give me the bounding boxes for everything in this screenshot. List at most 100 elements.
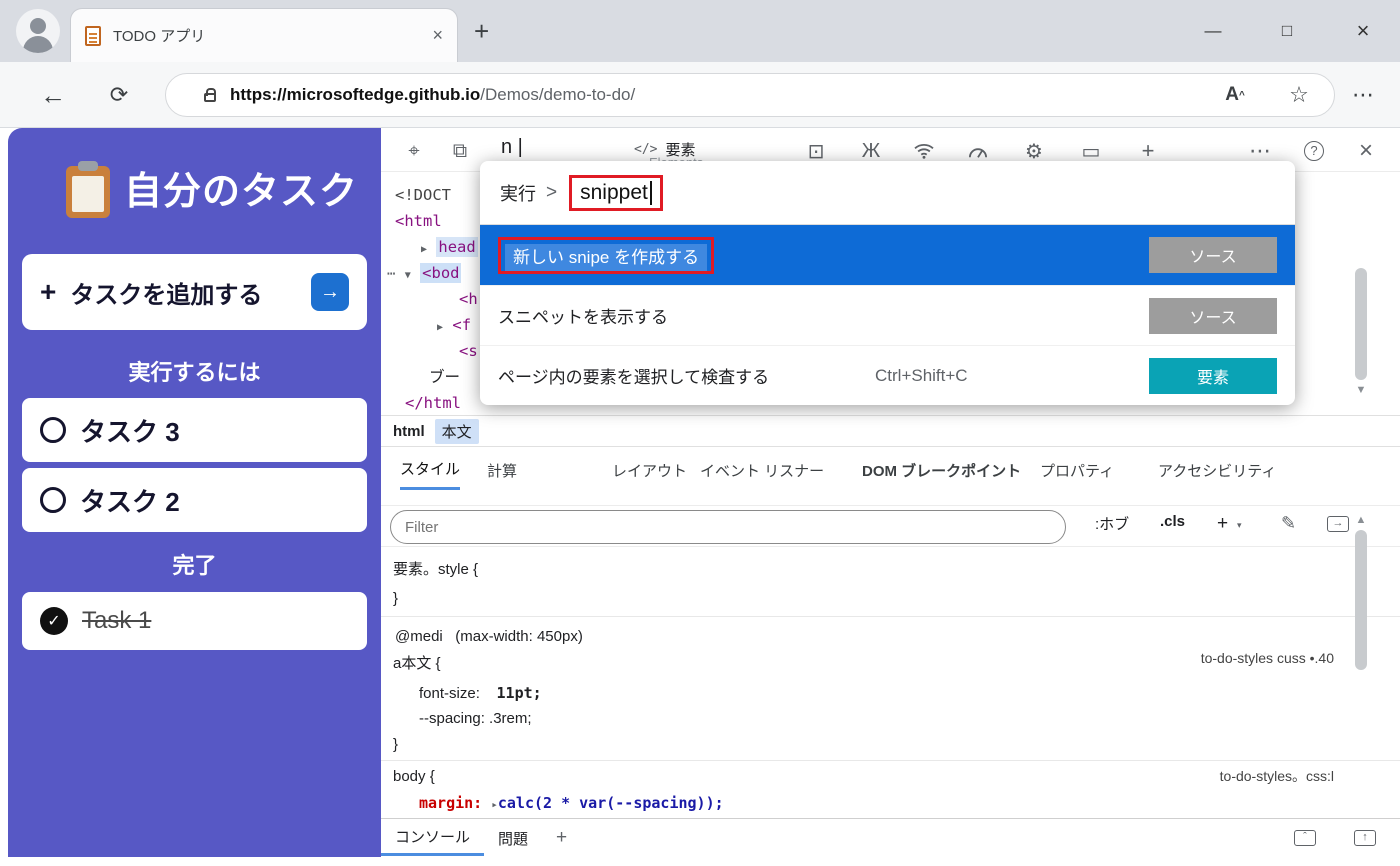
keyboard-shortcut: Ctrl+Shift+C <box>875 366 968 386</box>
task-label: タスク 3 <box>80 412 180 449</box>
brush-icon[interactable]: ✎ <box>1281 513 1296 534</box>
stylesheet-link[interactable]: to-do-styles。css:l <box>1220 766 1334 786</box>
style-rule-selector[interactable]: body { <box>393 768 435 785</box>
back-icon[interactable]: ← <box>36 78 70 112</box>
elements-badge: 要素 <box>1149 358 1277 394</box>
styles-scrollbar-thumb[interactable] <box>1355 530 1367 670</box>
task-item[interactable]: タスク 3 <box>22 398 367 462</box>
minimize-button[interactable]: — <box>1190 14 1236 48</box>
devtools-drawer: コンソール 問題 + ˆ ↑ <box>381 818 1400 857</box>
inspect-element-icon[interactable]: ⌖ <box>399 137 429 165</box>
drawer-expand-icon[interactable]: ˆ <box>1294 830 1316 846</box>
scroll-up-icon[interactable]: ▲ <box>1352 514 1370 526</box>
hov-toggle[interactable]: :ホブ <box>1095 513 1129 534</box>
arrow-right-icon: → <box>320 281 340 304</box>
text-cursor <box>650 181 652 205</box>
command-item-label: スニペットを表示する <box>498 303 668 328</box>
cls-toggle[interactable]: .cls <box>1160 513 1185 530</box>
tab-styles[interactable]: スタイル <box>400 450 460 490</box>
command-input-row[interactable]: 実行 > snippet <box>480 161 1295 225</box>
new-tab-button[interactable]: + <box>474 16 489 47</box>
drawer-more-tabs-icon[interactable]: + <box>542 820 581 856</box>
toolbar-partial-text: n | <box>501 136 523 159</box>
styles-filter-input[interactable] <box>390 510 1066 544</box>
done-section-heading: 完了 <box>8 548 381 580</box>
command-item[interactable]: ページ内の要素を選択して検査する Ctrl+Shift+C 要素 <box>480 345 1295 405</box>
breadcrumb-body-selected[interactable]: 本文 <box>435 419 479 444</box>
css-declaration[interactable]: margin: ▸calc(2 * var(--spacing)); <box>419 794 724 812</box>
stylesheet-link[interactable]: to-do-styles cuss •.40 <box>1201 650 1334 666</box>
help-icon[interactable]: ? <box>1299 137 1329 165</box>
done-task-label: Task 1 <box>82 607 151 635</box>
profile-avatar[interactable] <box>16 9 60 53</box>
done-task-item[interactable]: ✓ Task 1 <box>22 592 367 650</box>
task-label: タスク 2 <box>80 482 180 519</box>
browser-titlebar: TODO アプリ × + — □ × <box>0 0 1400 62</box>
refresh-icon[interactable]: ⟳ <box>102 78 136 112</box>
tab-issues[interactable]: 問題 <box>484 820 542 856</box>
dom-breadcrumb: html 本文 <box>381 415 1400 447</box>
divider <box>381 760 1400 761</box>
add-task-label: タスクを追加する <box>70 275 262 310</box>
chevron-icon: > <box>546 182 557 204</box>
tab-title: TODO アプリ <box>113 25 432 46</box>
tab-layout[interactable]: レイアウト <box>612 450 687 490</box>
todo-section-heading: 実行するには <box>8 355 381 387</box>
maximize-button[interactable]: □ <box>1264 14 1310 48</box>
media-query[interactable]: @medi (max-width: 450px) <box>395 628 583 645</box>
tab-dom-breakpoints[interactable]: DOM ブレークポイント <box>862 450 1021 490</box>
checked-circle-icon[interactable]: ✓ <box>40 607 68 635</box>
tab-close-icon[interactable]: × <box>432 25 443 46</box>
command-query-text[interactable]: snippet <box>580 181 648 205</box>
command-mode-label: 実行 <box>500 180 536 206</box>
source-badge: ソース <box>1149 237 1277 273</box>
avatar-head-shape <box>30 18 46 34</box>
media-selector[interactable]: a本文 { <box>393 652 441 673</box>
scroll-down-icon[interactable]: ▼ <box>1352 384 1370 396</box>
devtools-close-icon[interactable]: × <box>1351 137 1381 165</box>
elements-scrollbar-thumb[interactable] <box>1355 268 1367 380</box>
tab-console[interactable]: コンソール <box>381 820 484 856</box>
tab-event-listeners[interactable]: イベント リスナー <box>700 450 824 490</box>
style-rule-close: } <box>393 590 398 607</box>
styles-filter-row: :ホブ .cls + ▾ ✎ → ▲ <box>381 505 1400 547</box>
expand-icon: ▸ <box>491 798 498 811</box>
tab-properties[interactable]: プロパティ <box>1040 450 1114 490</box>
css-declaration[interactable]: font-size: 11pt; <box>419 684 542 702</box>
dock-sidebar-icon[interactable]: → <box>1327 516 1349 532</box>
breadcrumb-html[interactable]: html <box>393 423 425 440</box>
browser-menu-icon[interactable]: ⋯ <box>1346 78 1380 112</box>
url-bar[interactable]: https://microsoftedge.github.io/Demos/de… <box>165 73 1335 117</box>
style-rule-selector[interactable]: 要素。style { <box>393 558 478 579</box>
tab-accessibility[interactable]: アクセシビリティ <box>1158 450 1276 490</box>
task-item[interactable]: タスク 2 <box>22 468 367 532</box>
add-task-submit-button[interactable]: → <box>311 273 349 311</box>
url-host: https://microsoftedge.github.io <box>230 85 480 105</box>
lock-icon <box>204 93 216 102</box>
device-emulation-icon[interactable]: ⧉ <box>445 137 475 165</box>
tab-computed[interactable]: 計算 <box>487 450 517 490</box>
command-item-label: ページ内の要素を選択して検査する <box>498 363 769 388</box>
window-close-button[interactable]: × <box>1340 14 1386 48</box>
more-dots-icon: ⋯ <box>387 266 395 282</box>
divider <box>381 616 1400 617</box>
caret-down-icon: ▾ <box>1237 520 1242 531</box>
read-aloud-icon[interactable]: A^ <box>1218 78 1252 112</box>
favorites-star-icon[interactable]: ☆ <box>1282 78 1316 112</box>
command-item-selected[interactable]: 新しい snipe を作成する ソース <box>480 225 1295 285</box>
command-menu: 実行 > snippet 新しい snipe を作成する ソース スニペットを表… <box>480 161 1295 405</box>
add-task-row[interactable]: + タスクを追加する → <box>22 254 367 330</box>
annotation-box: snippet <box>569 175 663 211</box>
chevron-down-icon: ▼ <box>405 270 411 281</box>
command-item[interactable]: スニペットを表示する ソース <box>480 285 1295 345</box>
command-item-label: 新しい snipe を作成する <box>505 244 707 271</box>
styles-tab-strip: スタイル 計算 レイアウト イベント リスナー DOM ブレークポイント プロパ… <box>381 450 1400 492</box>
browser-tab[interactable]: TODO アプリ × <box>70 8 458 62</box>
new-style-rule-icon[interactable]: + <box>1217 513 1228 535</box>
checkbox-circle-icon[interactable] <box>40 417 66 443</box>
undock-icon[interactable]: ↑ <box>1354 830 1376 846</box>
css-declaration[interactable]: --spacing: .3rem; <box>419 710 532 727</box>
url-path: /Demos/demo-to-do/ <box>480 85 635 105</box>
avatar-body-shape <box>23 36 53 53</box>
checkbox-circle-icon[interactable] <box>40 487 66 513</box>
